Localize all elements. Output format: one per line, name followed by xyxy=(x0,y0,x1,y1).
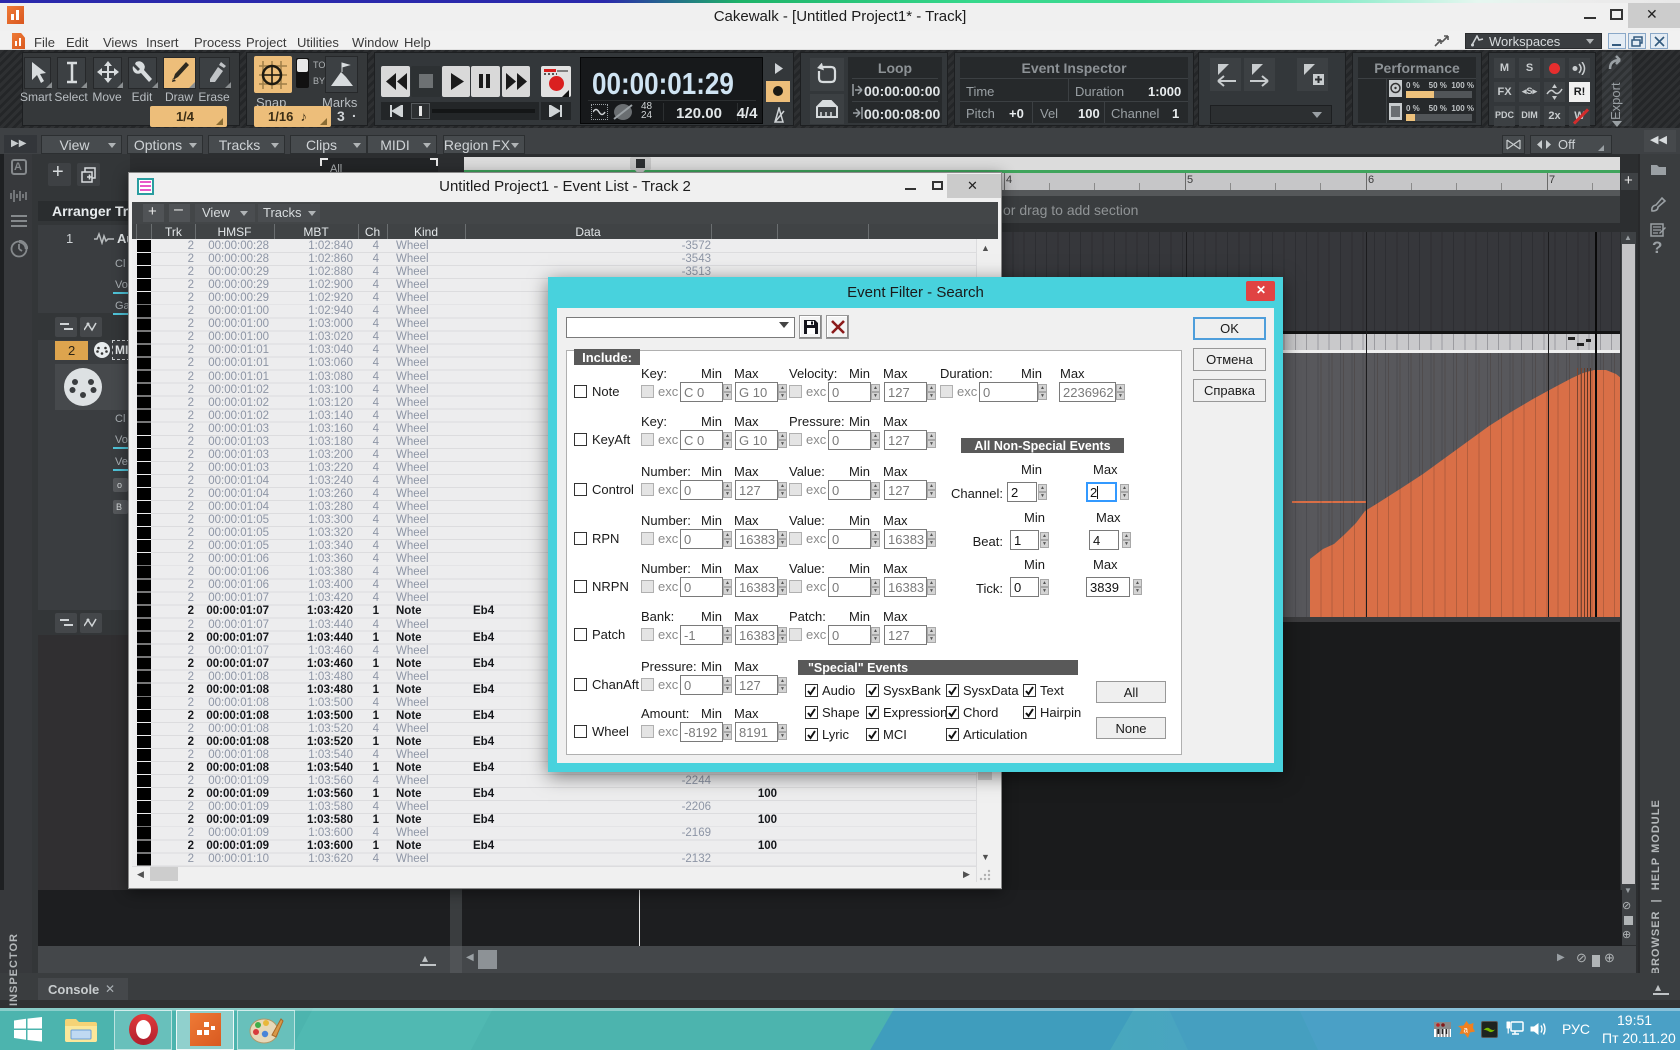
svg-text:a: a xyxy=(1464,1026,1469,1035)
